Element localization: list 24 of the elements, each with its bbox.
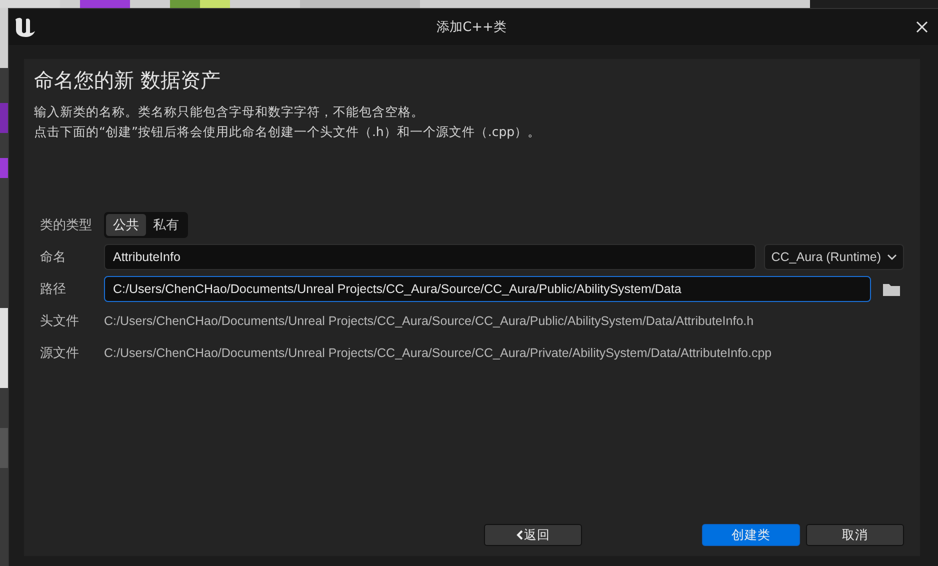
cancel-button[interactable]: 取消 — [806, 524, 904, 546]
chevron-down-icon — [887, 254, 897, 260]
field-label: 路径 — [40, 281, 67, 298]
class-type-option[interactable]: 私有 — [146, 214, 186, 236]
field-label: 命名 — [40, 249, 67, 266]
class-type-option[interactable]: 公共 — [106, 214, 146, 236]
field-label: 源文件 — [40, 345, 80, 362]
name-field[interactable]: AttributeInfo — [104, 244, 756, 270]
back-button[interactable]: 返回 — [484, 524, 582, 546]
module-dropdown[interactable]: CC_Aura (Runtime) — [764, 244, 904, 270]
close-icon — [916, 21, 928, 33]
close-button[interactable] — [914, 19, 930, 35]
window-title: 添加C++类 — [436, 19, 506, 36]
path-field[interactable]: C:/Users/ChenCHao/Documents/Unreal Projects/CC_Aura/Source/CC_Aura/Public/AbilitySystem/Data — [104, 276, 871, 302]
create-class-button[interactable]: 创建类 — [702, 524, 800, 546]
header-file-path: C:/Users/ChenCHao/Documents/Unreal Projects/CC_Aura/Source/CC_Aura/Public/AbilitySystem/Data/AttributeInfo.h — [104, 313, 755, 330]
description-text: 输入新类的名称。类名称只能包含字母和数字字符，不能包含空格。 — [34, 103, 425, 121]
folder-icon — [883, 282, 900, 296]
field-label: 头文件 — [40, 313, 80, 330]
description-text: 点击下面的“创建”按钮后将会使用此命名创建一个头文件（.h）和一个源文件（.cpp）。 — [34, 123, 542, 141]
source-file-path: C:/Users/ChenCHao/Documents/Unreal Projects/CC_Aura/Source/CC_Aura/Private/AbilitySystem/Data/AttributeInfo.cpp — [104, 345, 773, 362]
dialog-heading: 命名您的新 数据资产 — [34, 67, 222, 94]
chevron-left-icon — [516, 530, 524, 540]
field-label: 类的类型 — [40, 217, 93, 234]
